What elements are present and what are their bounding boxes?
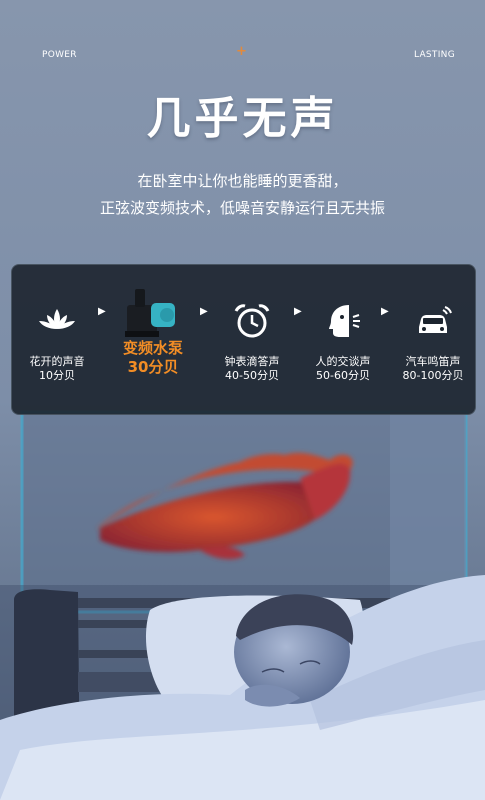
water-pump-icon bbox=[125, 289, 175, 337]
comparison-item-name: 变频水泵 bbox=[122, 339, 183, 357]
alarm-clock-icon bbox=[234, 304, 270, 338]
subtitle-line-1: 在卧室中让你也能睡的更香甜， bbox=[137, 172, 348, 190]
page-title: 几乎无声 bbox=[146, 93, 339, 144]
arrow-icon: ▶ bbox=[98, 306, 106, 317]
comparison-item-db: 50-60分贝 bbox=[316, 369, 370, 382]
subtitle-line-2: 正弦波变频技术，低噪音安静运行且无共振 bbox=[99, 199, 385, 217]
noise-comparison-panel: 花开的声音 10分贝 ▶ 变频水泵 30分贝 ▶ 钟表滴答声 40-50分贝 ▶ bbox=[11, 264, 476, 415]
comparison-item-db: 40-50分贝 bbox=[225, 369, 279, 382]
car-horn-icon bbox=[419, 306, 452, 333]
comparison-item-db: 10分贝 bbox=[39, 369, 75, 382]
plus-icon: + bbox=[236, 44, 247, 59]
comparison-item-db: 30分贝 bbox=[127, 358, 179, 376]
talking-head-icon bbox=[329, 305, 360, 337]
comparison-item-db: 80-100分贝 bbox=[402, 369, 464, 382]
lasting-label: LASTING bbox=[413, 50, 455, 60]
lotus-icon bbox=[39, 309, 75, 329]
arrow-icon: ▶ bbox=[381, 306, 389, 317]
power-label: POWER bbox=[42, 50, 77, 60]
arrow-icon: ▶ bbox=[294, 306, 302, 317]
arrow-icon: ▶ bbox=[200, 306, 208, 317]
